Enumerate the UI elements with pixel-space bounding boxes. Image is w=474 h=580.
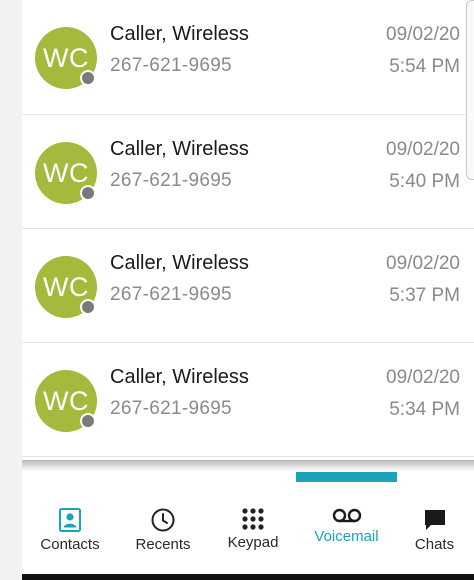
keypad-icon [242,508,264,535]
voicemail-time: 5:34 PM [389,399,460,420]
tab-chats[interactable]: Chats [395,472,474,574]
voicemail-row[interactable]: WC Caller, Wireless 267-621-9695 09/02/2… [22,229,474,343]
tab-label-recents: Recents [135,536,191,553]
tab-recents[interactable]: Recents [118,472,208,574]
avatar-initials: WC [43,158,89,188]
avatar: WC [35,142,97,204]
caller-name: Caller, Wireless [110,252,249,274]
voicemail-icon [332,508,362,529]
caller-name: Caller, Wireless [110,138,249,160]
tab-label-chats: Chats [414,536,455,553]
voicemail-date: 09/02/20 [386,24,460,45]
left-edge-panel [0,0,23,580]
presence-status-dot [80,70,96,86]
tab-label-contacts: Contacts [40,536,100,553]
tab-label-keypad: Keypad [227,534,279,551]
avatar-initials: WC [43,272,89,302]
avatar: WC [35,256,97,318]
voicemail-date: 09/02/20 [386,253,460,274]
voicemail-time: 5:54 PM [389,56,460,77]
avatar: WC [35,370,97,432]
voicemail-row[interactable]: WC Caller, Wireless 267-621-9695 09/02/2… [22,115,474,229]
bottom-tab-bar: Contacts Recents Keypad Voicemail Chats [22,472,474,574]
voicemail-time: 5:37 PM [389,285,460,306]
voicemail-date: 09/02/20 [386,139,460,160]
caller-name: Caller, Wireless [110,23,249,45]
system-navigation-bar [22,574,474,580]
tab-voicemail[interactable]: Voicemail [298,472,395,574]
avatar-initials: WC [43,386,89,416]
avatar-initials: WC [43,43,89,73]
presence-status-dot [80,413,96,429]
voicemail-time: 5:40 PM [389,171,460,192]
clock-icon [151,508,175,537]
voicemail-date: 09/02/20 [386,367,460,388]
caller-number: 267-621-9695 [110,284,232,305]
caller-name: Caller, Wireless [110,366,249,388]
scrollbar[interactable] [466,0,474,180]
presence-status-dot [80,185,96,201]
list-bottom-shadow [22,460,474,472]
presence-status-dot [80,299,96,315]
voicemail-list[interactable]: WC Caller, Wireless 267-621-9695 09/02/2… [22,0,474,460]
contacts-icon [59,508,81,537]
avatar: WC [35,27,97,89]
caller-number: 267-621-9695 [110,398,232,419]
tab-contacts[interactable]: Contacts [22,472,118,574]
voicemail-row[interactable]: WC Caller, Wireless 267-621-9695 09/02/2… [22,0,474,115]
tab-keypad[interactable]: Keypad [208,472,298,574]
chat-bubble-icon [423,508,447,537]
caller-number: 267-621-9695 [110,170,232,191]
voicemail-screen: WC Caller, Wireless 267-621-9695 09/02/2… [0,0,474,580]
tab-label-voicemail: Voicemail [314,528,379,545]
voicemail-row[interactable]: WC Caller, Wireless 267-621-9695 09/02/2… [22,343,474,457]
caller-number: 267-621-9695 [110,55,232,76]
